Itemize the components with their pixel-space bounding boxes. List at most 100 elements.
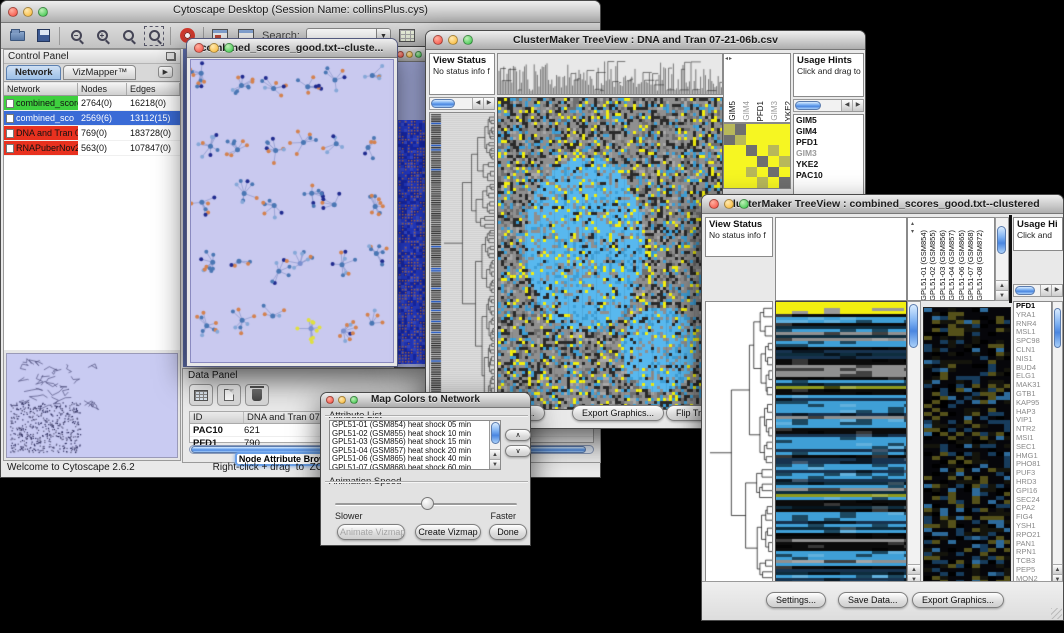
scroll-left-arrow[interactable]: ◀ bbox=[1040, 285, 1051, 296]
network-row[interactable]: combined_sco 2569(6) 13112(15) bbox=[4, 111, 180, 126]
correlation-matrix[interactable] bbox=[723, 123, 791, 189]
zoom-button[interactable] bbox=[224, 43, 234, 53]
heatmap-panel[interactable] bbox=[497, 97, 723, 410]
select-attributes-button[interactable] bbox=[189, 384, 213, 406]
main-title-bar[interactable]: Cytoscape Desktop (Session Name: collins… bbox=[1, 1, 600, 23]
zoom-selected-button[interactable] bbox=[118, 26, 138, 46]
network-row[interactable]: combined_scores 2764(0) 16218(0) bbox=[4, 96, 180, 111]
create-attribute-button[interactable] bbox=[217, 384, 241, 406]
dialog-button[interactable]: Done bbox=[489, 524, 527, 540]
close-button[interactable] bbox=[326, 396, 334, 404]
network-row[interactable]: DNA and Tran 07 769(0) 183728(0) bbox=[4, 126, 180, 141]
title-bar[interactable]: ClusterMaker TreeView : combined_scores_… bbox=[702, 195, 1063, 214]
network-overview-panel[interactable] bbox=[6, 353, 178, 458]
scroll-thumb[interactable] bbox=[491, 422, 500, 444]
treeview2-gene-list[interactable]: PFD1YRA1RNR4MSL1SPC98CLN1NIS1BUD4ELG1MAK… bbox=[1013, 301, 1052, 585]
scroll-thumb[interactable] bbox=[909, 304, 918, 348]
dialog-button[interactable]: Create Vizmap bbox=[415, 524, 481, 540]
scroll-thumb[interactable] bbox=[431, 99, 455, 108]
scroll-up-arrow[interactable]: ▲ bbox=[490, 449, 500, 459]
hints-hscrollbar[interactable]: ◀ ▶ bbox=[1013, 284, 1063, 297]
scroll-thumb[interactable] bbox=[795, 101, 821, 110]
zoom-out-button[interactable]: − bbox=[66, 26, 86, 46]
close-button[interactable] bbox=[709, 199, 719, 209]
treeview1-button[interactable]: Export Graphics... bbox=[572, 405, 664, 421]
close-button[interactable] bbox=[397, 51, 404, 58]
scroll-thumb[interactable] bbox=[1054, 308, 1061, 348]
save-session-button[interactable] bbox=[33, 26, 53, 46]
minimize-button[interactable] bbox=[448, 35, 458, 45]
title-bar[interactable]: combined_scores_good.txt--cluste... bbox=[187, 39, 397, 58]
attribute-list[interactable]: GPL51-01 (GSM854) heat shock 05 minGPL51… bbox=[329, 420, 501, 470]
zoom-button[interactable] bbox=[350, 396, 358, 404]
scroll-arrows[interactable]: ▴▾ bbox=[909, 220, 916, 236]
right-hscrollbar[interactable]: ◀ ▶ bbox=[793, 99, 864, 112]
dialog-button[interactable]: Animate Vizmap bbox=[337, 524, 405, 540]
zoom-button[interactable] bbox=[739, 199, 749, 209]
title-bar[interactable]: ClusterMaker TreeView : DNA and Tran 07-… bbox=[426, 31, 865, 50]
attribute-item[interactable]: GPL51-07 (GSM868) heat shock 60 min bbox=[330, 464, 489, 469]
network-canvas[interactable] bbox=[191, 60, 394, 363]
col-network[interactable]: Network bbox=[4, 83, 78, 95]
network-row[interactable]: RNAPuberNov2+ 563(0) 107847(0) bbox=[4, 141, 180, 156]
gene-label[interactable]: PAC10 bbox=[794, 170, 863, 181]
scroll-thumb[interactable] bbox=[997, 226, 1006, 254]
minimize-button[interactable] bbox=[406, 51, 413, 58]
scroll-up-arrow[interactable]: ▲ bbox=[908, 564, 920, 574]
id-column-header[interactable]: ID bbox=[190, 412, 244, 423]
gene-label[interactable]: GIM3 bbox=[794, 148, 863, 159]
secondary-heatmap-panel[interactable] bbox=[923, 307, 1011, 585]
left-hscrollbar[interactable]: ◀ ▶ bbox=[429, 97, 495, 110]
minimize-button[interactable] bbox=[209, 43, 219, 53]
close-button[interactable] bbox=[194, 43, 204, 53]
resize-grip[interactable] bbox=[1051, 608, 1062, 619]
row-dendrogram-panel[interactable] bbox=[705, 301, 773, 583]
move-up-button[interactable]: ∧ bbox=[505, 429, 531, 441]
attribute-list-vscrollbar[interactable]: ▲ ▼ bbox=[489, 421, 500, 469]
treeview2-button[interactable]: Export Graphics... bbox=[912, 592, 1004, 608]
header-vscrollbar[interactable]: ▲ ▼ bbox=[995, 217, 1009, 301]
animation-speed-slider[interactable] bbox=[335, 503, 517, 506]
zoom-fit-button[interactable] bbox=[144, 26, 164, 46]
minimize-button[interactable] bbox=[23, 7, 33, 17]
control-panel-tab[interactable]: VizMapper™ bbox=[63, 65, 136, 80]
open-session-button[interactable] bbox=[7, 26, 27, 46]
scroll-right-arrow[interactable]: ▶ bbox=[1051, 285, 1062, 296]
gene-label[interactable]: GIM4 bbox=[794, 126, 863, 137]
scroll-left-arrow[interactable]: ◀ bbox=[841, 100, 852, 111]
close-button[interactable] bbox=[433, 35, 443, 45]
move-down-button[interactable]: ∨ bbox=[505, 445, 531, 457]
scroll-down-arrow[interactable]: ▼ bbox=[996, 290, 1008, 300]
minimize-button[interactable] bbox=[724, 199, 734, 209]
scroll-right-arrow[interactable]: ▶ bbox=[852, 100, 863, 111]
zoom-button[interactable] bbox=[415, 51, 422, 58]
title-bar[interactable]: Map Colors to Network bbox=[321, 393, 530, 408]
control-panel-tab[interactable]: Network bbox=[6, 65, 61, 80]
background-network-window[interactable] bbox=[394, 46, 428, 368]
scroll-down-arrow[interactable]: ▼ bbox=[490, 459, 500, 469]
col-nodes[interactable]: Nodes bbox=[78, 83, 127, 95]
column-tree-panel[interactable] bbox=[775, 217, 907, 301]
minimize-button[interactable] bbox=[338, 396, 346, 404]
scroll-thumb[interactable] bbox=[1015, 286, 1035, 295]
main-vscrollbar[interactable]: ▲ ▼ bbox=[907, 301, 921, 585]
row-dendrogram-panel[interactable] bbox=[429, 112, 495, 410]
scroll-up-arrow[interactable]: ▲ bbox=[1053, 564, 1062, 574]
more-tabs-button[interactable]: ▶ bbox=[158, 66, 173, 78]
column-dendrogram-panel[interactable] bbox=[497, 53, 723, 95]
float-panel-icon[interactable] bbox=[167, 53, 176, 61]
gene-label[interactable]: PFD1 bbox=[794, 137, 863, 148]
dense-network-view[interactable] bbox=[395, 62, 427, 367]
scroll-right-arrow[interactable]: ▶ bbox=[483, 98, 494, 109]
delete-attribute-button[interactable] bbox=[245, 384, 269, 406]
treeview2-button[interactable]: Settings... bbox=[766, 592, 826, 608]
close-button[interactable] bbox=[8, 7, 18, 17]
title-bar[interactable] bbox=[395, 47, 427, 62]
scroll-up-arrow[interactable]: ▲ bbox=[996, 280, 1008, 290]
treeview2-button[interactable]: Save Data... bbox=[838, 592, 908, 608]
main-heatmap-panel[interactable] bbox=[775, 301, 907, 585]
gene-label[interactable]: YKE2 bbox=[794, 159, 863, 170]
slider-thumb[interactable] bbox=[421, 497, 434, 510]
zoom-button[interactable] bbox=[463, 35, 473, 45]
gene-label[interactable]: GIM5 bbox=[794, 115, 863, 126]
